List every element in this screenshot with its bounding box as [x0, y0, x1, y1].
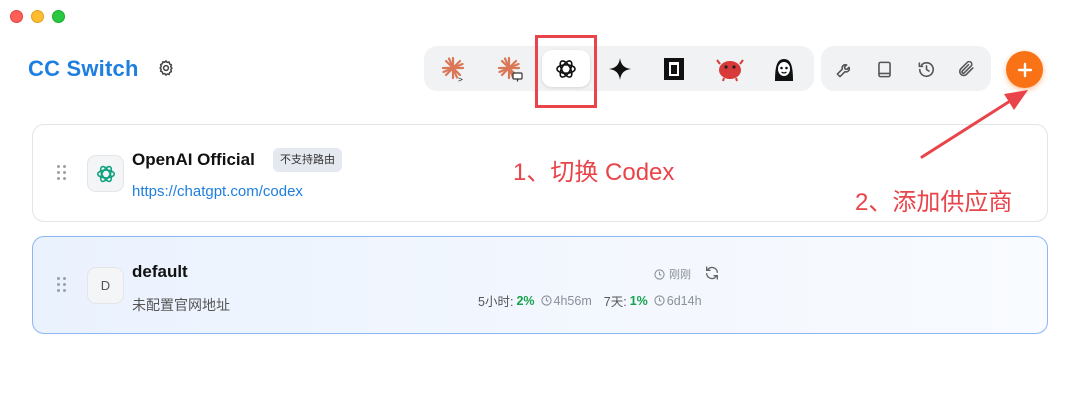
five-hour-label: 5小时: [478, 295, 514, 309]
gear-icon[interactable] [157, 59, 175, 77]
annotation-step2: 2、添加供应商 [855, 189, 1013, 216]
week-label: 7天: [603, 295, 627, 309]
provider-initial-avatar: D [87, 267, 124, 304]
claude-code-icon: >_ [441, 56, 468, 83]
annotation-step1: 1、切换 Codex [513, 159, 675, 186]
minimize-window-button[interactable] [31, 10, 44, 23]
provider-card-default[interactable]: D default 未配置官网地址 刚刚 5小时: 2% 4h56m 7天: 1… [32, 236, 1048, 334]
plus-icon [1017, 62, 1032, 77]
week-reset: 6d14h [666, 293, 702, 308]
book-icon [877, 61, 891, 77]
provider-url-link[interactable]: https://chatgpt.com/codex [132, 183, 303, 200]
tool-gemini[interactable] [596, 50, 644, 87]
avatar-mascot-icon [775, 58, 793, 81]
last-updated-text: 刚刚 [669, 269, 691, 281]
gemini-icon [609, 57, 631, 80]
provider-description: 未配置官网地址 [132, 297, 230, 313]
tool-switcher: >_ [424, 46, 814, 91]
provider-name: default [132, 262, 188, 281]
routing-badge: 不支持路由 [273, 148, 342, 172]
refresh-icon[interactable] [704, 265, 720, 281]
wrench-button[interactable] [829, 54, 859, 84]
close-window-button[interactable] [10, 10, 23, 23]
clock-icon [654, 295, 665, 306]
annotation-highlight-box [535, 35, 597, 108]
drag-handle-icon[interactable] [57, 165, 67, 181]
svg-text:>_: >_ [458, 75, 468, 83]
week-percent: 1% [629, 293, 648, 308]
five-hour-percent: 2% [516, 293, 535, 308]
zoom-window-button[interactable] [52, 10, 65, 23]
app-title: CC Switch [28, 56, 139, 81]
clock-icon [540, 295, 552, 306]
last-updated: 刚刚 [654, 266, 691, 282]
red-mascot-icon [716, 58, 744, 81]
tool-red-mascot[interactable] [706, 50, 754, 87]
wrench-icon [836, 63, 850, 77]
history-icon [918, 61, 934, 77]
paperclip-icon [958, 60, 974, 76]
openai-icon [87, 155, 124, 192]
clock-icon [654, 268, 665, 280]
opencode-icon [664, 57, 684, 80]
annotation-arrow [920, 90, 1028, 159]
app-window: CC Switch >_ OpenAI Official 不支持路由 https… [0, 0, 1080, 418]
claude-desktop-icon [497, 56, 523, 81]
tool-avatar-mascot[interactable] [760, 50, 808, 87]
drag-handle-icon[interactable] [57, 277, 67, 293]
tool-claude-desktop[interactable] [486, 50, 534, 87]
window-controls [10, 10, 65, 23]
usage-stats: 5小时: 2% 4h56m 7天: 1% 6d14h [478, 291, 702, 310]
tool-opencode[interactable] [650, 50, 698, 87]
provider-name: OpenAI Official [132, 150, 255, 169]
tool-claude-code[interactable]: >_ [430, 50, 478, 87]
book-button[interactable] [869, 54, 899, 84]
five-hour-reset: 4h56m [553, 293, 592, 308]
